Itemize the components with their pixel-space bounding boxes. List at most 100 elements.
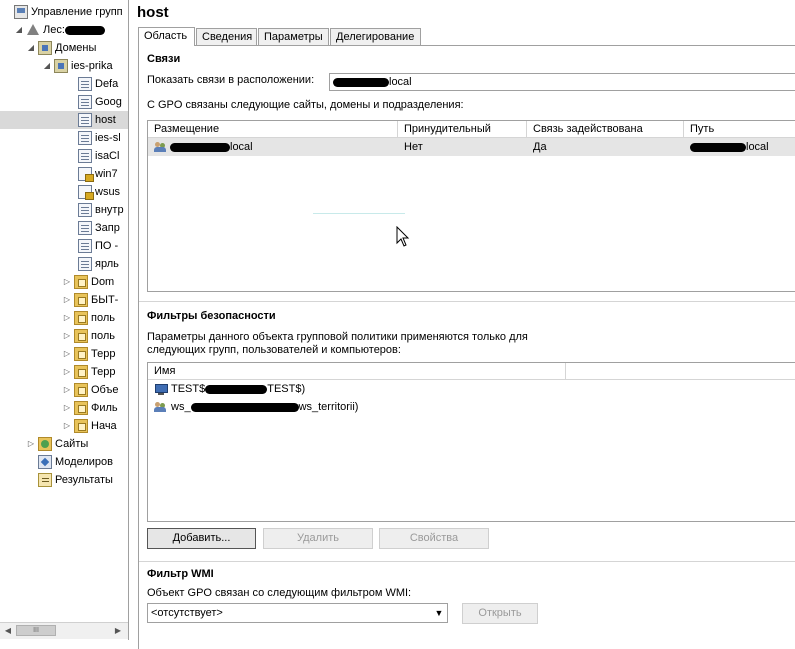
tree-node[interactable]: ▷ Сайты — [0, 435, 128, 453]
tree-node[interactable]: ▷ Объе — [0, 381, 128, 399]
tree-node[interactable]: ▷ Нача — [0, 417, 128, 435]
tree-node[interactable]: Goog — [0, 93, 128, 111]
expand-arrow-icon[interactable]: ▷ — [26, 435, 36, 453]
tree-node[interactable]: ▷ поль — [0, 309, 128, 327]
expand-arrow-icon[interactable]: ▷ — [62, 345, 72, 363]
security-filter-list[interactable]: Имя TEST$ TEST$) ws_ ws_territorii) — [147, 362, 795, 522]
tree-node-label: ies-sl — [95, 132, 121, 144]
tree-node-label: Домены — [55, 42, 97, 54]
open-button[interactable]: Открыть — [462, 603, 538, 624]
list-item[interactable]: ws_ ws_territorii) — [148, 398, 795, 416]
gpo-icon — [78, 221, 92, 235]
tree-node[interactable]: Defa — [0, 75, 128, 93]
console-tree: Управление групп ◢ Лес: ◢ Домены ◢ ies-prika De… — [0, 0, 129, 640]
scroll-right-arrow-icon[interactable]: ▶ — [113, 626, 123, 636]
tab-settings[interactable]: Параметры — [258, 28, 329, 45]
wmi-selected-value: <отсутствует> — [151, 607, 223, 619]
tree-node[interactable]: ▷ поль — [0, 327, 128, 345]
security-list-header: Имя — [148, 363, 795, 380]
ou-icon — [74, 383, 88, 397]
tree-node[interactable]: host — [0, 111, 128, 129]
redaction — [170, 142, 230, 152]
links-description: С GPO связаны следующие сайты, домены и … — [147, 99, 464, 111]
mouse-cursor-icon — [396, 226, 410, 247]
expand-arrow-icon[interactable]: ▷ — [62, 273, 72, 291]
expand-arrow-icon[interactable]: ▷ — [62, 291, 72, 309]
collapse-arrow-icon[interactable]: ◢ — [26, 39, 36, 57]
scroll-left-arrow-icon[interactable]: ◀ — [3, 626, 13, 636]
wmi-description: Объект GPO связан со следующим фильтром … — [147, 587, 412, 599]
gpo-icon — [78, 113, 92, 127]
column-name[interactable]: Имя — [148, 363, 566, 379]
tree-node[interactable]: isaCl — [0, 147, 128, 165]
properties-button[interactable]: Свойства — [379, 528, 489, 549]
table-row[interactable]: local Нет Да local — [148, 138, 795, 156]
tree-node[interactable]: ▷ Терр — [0, 363, 128, 381]
domains-icon — [38, 41, 52, 55]
cell-enabled: Да — [533, 141, 547, 153]
tree-node[interactable]: внутр — [0, 201, 128, 219]
tree-node[interactable]: Запр — [0, 219, 128, 237]
focus-line — [313, 213, 405, 214]
expand-arrow-icon[interactable]: ▷ — [62, 363, 72, 381]
tree-node-label: поль — [91, 330, 115, 342]
tree-node[interactable]: ▷ Терр — [0, 345, 128, 363]
scroll-thumb[interactable]: III — [16, 625, 56, 636]
sites-icon — [38, 437, 52, 451]
cell-enforced: Нет — [404, 141, 423, 153]
links-table[interactable]: Размещение Принудительный Связь задейств… — [147, 120, 795, 292]
remove-button[interactable]: Удалить — [263, 528, 373, 549]
tab-details[interactable]: Сведения — [196, 28, 257, 45]
column-enforced[interactable]: Принудительный — [398, 121, 527, 137]
tree-node[interactable]: win7 — [0, 165, 128, 183]
list-item[interactable]: TEST$ TEST$) — [148, 380, 795, 398]
ou-icon — [74, 311, 88, 325]
gpo-icon — [78, 77, 92, 91]
entry-prefix: TEST$ — [171, 383, 206, 395]
add-button[interactable]: Добавить... — [147, 528, 256, 549]
tree-node[interactable]: ярль — [0, 255, 128, 273]
entry-suffix: ws_territorii) — [298, 401, 359, 413]
ou-icon — [74, 365, 88, 379]
gpo-lock-icon — [78, 167, 94, 182]
tab-scope[interactable]: Область — [138, 27, 195, 46]
tree-horizontal-scrollbar[interactable]: ◀ III ▶ — [0, 622, 128, 639]
tree-node-label: Терр — [91, 366, 116, 378]
tree-node-label: ies-prika — [71, 60, 113, 72]
tab-delegation[interactable]: Делегирование — [330, 28, 421, 45]
expand-arrow-icon[interactable]: ▷ — [62, 309, 72, 327]
chevron-down-icon[interactable]: ▼ — [433, 607, 445, 619]
expand-arrow-icon[interactable]: ▷ — [62, 417, 72, 435]
tree-node[interactable]: ◢ Лес: — [0, 21, 128, 39]
tree-node[interactable]: ◢ Домены — [0, 39, 128, 57]
tree-node-label: ПО - — [95, 240, 119, 252]
tree-node[interactable]: ▷ Филь — [0, 399, 128, 417]
expand-arrow-icon[interactable]: ▷ — [62, 381, 72, 399]
location-field[interactable]: local — [329, 73, 795, 91]
collapse-arrow-icon[interactable]: ◢ — [42, 57, 52, 75]
links-section-title: Связи — [147, 53, 181, 65]
column-enabled[interactable]: Связь задействована — [527, 121, 684, 137]
wmi-section-title: Фильтр WMI — [147, 568, 214, 580]
wmi-filter-select[interactable]: <отсутствует> ▼ — [147, 603, 448, 623]
tree-node[interactable]: wsus — [0, 183, 128, 201]
tree-node[interactable]: Моделиров — [0, 453, 128, 471]
collapse-arrow-icon[interactable]: ◢ — [14, 21, 24, 39]
tree-node[interactable]: Управление групп — [0, 3, 128, 21]
gpo-icon — [78, 149, 92, 163]
tree-node[interactable]: Результаты — [0, 471, 128, 489]
tree-node[interactable]: ies-sl — [0, 129, 128, 147]
group-icon — [154, 401, 168, 413]
tree-node[interactable]: ▷ Dom — [0, 273, 128, 291]
details-pane: host Область Сведения Параметры Делегиро… — [133, 0, 795, 649]
tree-node[interactable]: ▷ БЫТ- — [0, 291, 128, 309]
tree-node-label: wsus — [95, 186, 121, 198]
expand-arrow-icon[interactable]: ▷ — [62, 399, 72, 417]
tree-node-label: Филь — [91, 402, 118, 414]
tree-node[interactable]: ПО - — [0, 237, 128, 255]
expand-arrow-icon[interactable]: ▷ — [62, 327, 72, 345]
tree-node[interactable]: ◢ ies-prika — [0, 57, 128, 75]
column-path[interactable]: Путь — [684, 121, 795, 137]
column-location[interactable]: Размещение — [148, 121, 398, 137]
forest-icon — [26, 23, 40, 37]
